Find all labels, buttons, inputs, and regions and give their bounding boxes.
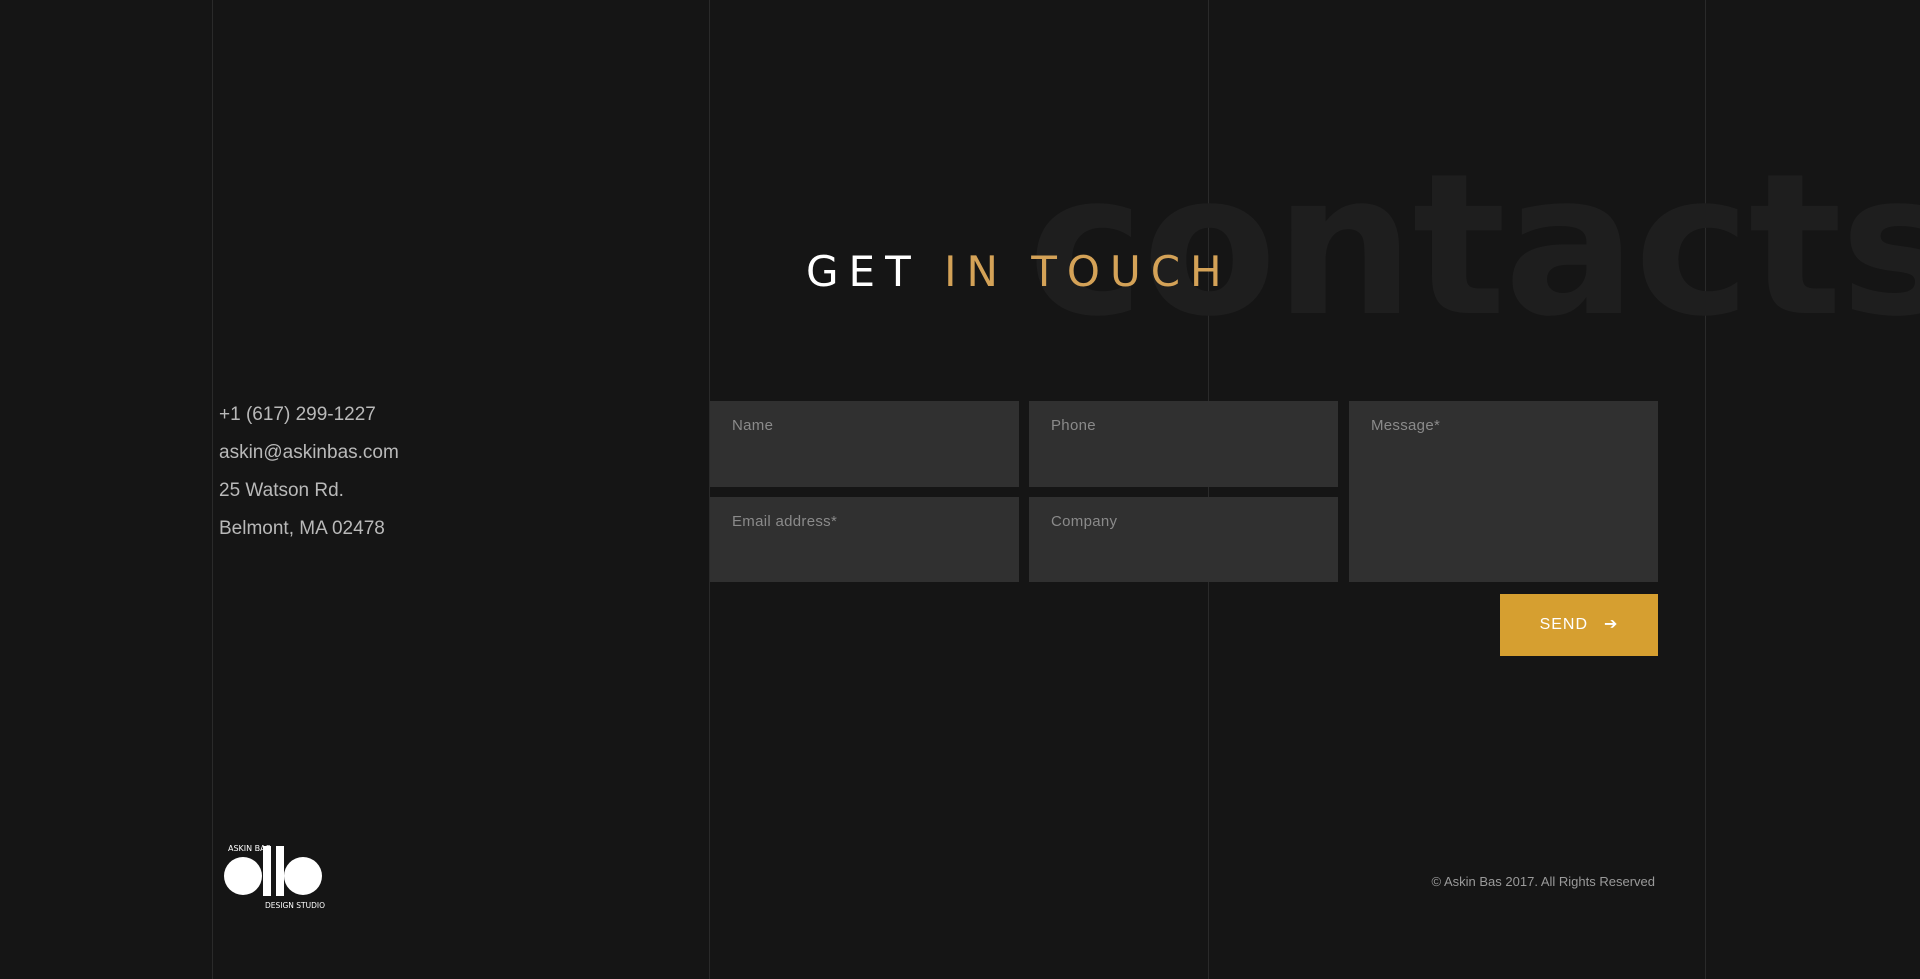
arrow-right-icon: ➔ <box>1604 616 1619 633</box>
brand-logo: ASKIN BAS DESIGN STUDIO <box>224 844 325 910</box>
copyright: © Askin Bas 2017. All Rights Reserved <box>1431 874 1655 889</box>
phone-field[interactable]: Phone <box>1029 401 1338 487</box>
email-field[interactable]: Email address* <box>710 497 1019 582</box>
name-field[interactable]: Name <box>710 401 1019 487</box>
page-title: GET IN TOUCH <box>806 246 1232 298</box>
send-button[interactable]: SEND ➔ <box>1500 594 1658 656</box>
grid-line <box>709 0 710 979</box>
logo-bottom-text: DESIGN STUDIO <box>265 901 325 910</box>
grid-line <box>212 0 213 979</box>
message-field[interactable]: Message* <box>1349 401 1658 582</box>
contact-address-line2: Belmont, MA 02478 <box>219 518 385 539</box>
title-part-white: GET <box>806 247 945 296</box>
title-part-accent: IN TOUCH <box>944 247 1232 296</box>
send-button-label: SEND <box>1539 616 1589 633</box>
contact-address-line1: 25 Watson Rd. <box>219 480 344 501</box>
contact-phone: +1 (617) 299-1227 <box>219 404 376 425</box>
company-field[interactable]: Company <box>1029 497 1338 582</box>
contact-info: +1 (617) 299-1227 askin@askinbas.com 25 … <box>219 403 399 555</box>
contact-email: askin@askinbas.com <box>219 442 399 463</box>
